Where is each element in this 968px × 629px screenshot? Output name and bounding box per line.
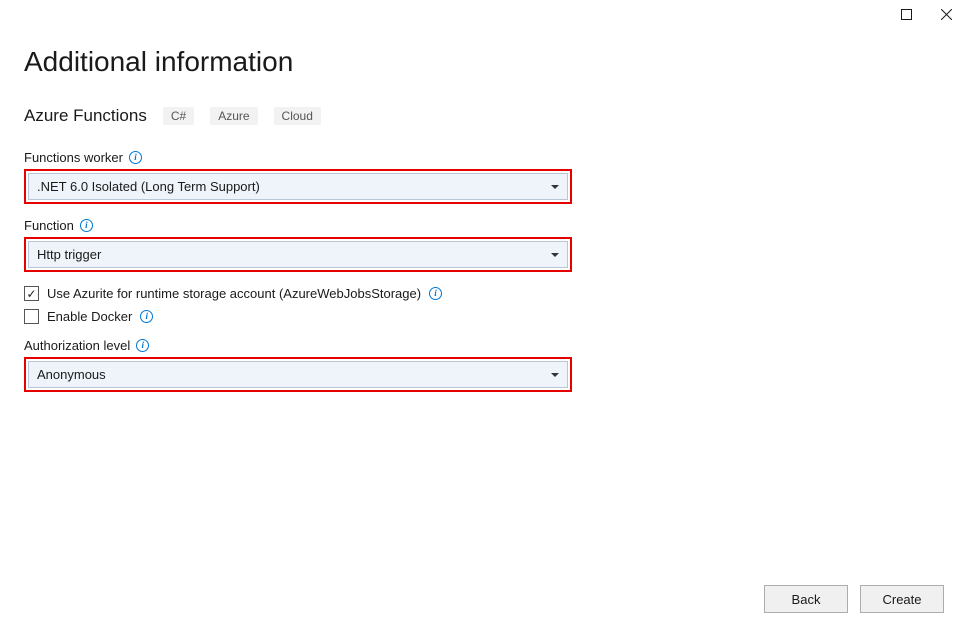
info-icon[interactable]: i bbox=[140, 310, 153, 323]
authorization-level-dropdown[interactable]: Anonymous bbox=[28, 361, 568, 388]
info-icon[interactable]: i bbox=[129, 151, 142, 164]
enable-docker-checkbox[interactable] bbox=[24, 309, 39, 324]
tag-cloud: Cloud bbox=[274, 107, 321, 125]
create-button[interactable]: Create bbox=[860, 585, 944, 613]
authorization-level-value: Anonymous bbox=[37, 367, 106, 382]
functions-worker-label-text: Functions worker bbox=[24, 150, 123, 165]
page-title: Additional information bbox=[24, 46, 944, 78]
functions-worker-label: Functions worker i bbox=[24, 150, 944, 165]
chevron-down-icon bbox=[551, 253, 559, 257]
use-azurite-row: Use Azurite for runtime storage account … bbox=[24, 286, 944, 301]
maximize-icon bbox=[901, 9, 912, 20]
template-header-row: Azure Functions C# Azure Cloud bbox=[24, 106, 944, 126]
authorization-level-label-text: Authorization level bbox=[24, 338, 130, 353]
use-azurite-label: Use Azurite for runtime storage account … bbox=[47, 286, 421, 301]
template-name: Azure Functions bbox=[24, 106, 147, 126]
enable-docker-label: Enable Docker bbox=[47, 309, 132, 324]
dialog-content: Additional information Azure Functions C… bbox=[0, 0, 968, 406]
info-icon[interactable]: i bbox=[429, 287, 442, 300]
authorization-level-label: Authorization level i bbox=[24, 338, 944, 353]
use-azurite-checkbox[interactable] bbox=[24, 286, 39, 301]
maximize-button[interactable] bbox=[898, 6, 914, 22]
back-button[interactable]: Back bbox=[764, 585, 848, 613]
function-dropdown[interactable]: Http trigger bbox=[28, 241, 568, 268]
functions-worker-highlight: .NET 6.0 Isolated (Long Term Support) bbox=[24, 169, 572, 204]
function-label-text: Function bbox=[24, 218, 74, 233]
authorization-level-highlight: Anonymous bbox=[24, 357, 572, 392]
enable-docker-row: Enable Docker i bbox=[24, 309, 944, 324]
info-icon[interactable]: i bbox=[80, 219, 93, 232]
tag-csharp: C# bbox=[163, 107, 194, 125]
functions-worker-value: .NET 6.0 Isolated (Long Term Support) bbox=[37, 179, 260, 194]
window-titlebar bbox=[884, 0, 968, 28]
functions-worker-dropdown[interactable]: .NET 6.0 Isolated (Long Term Support) bbox=[28, 173, 568, 200]
close-button[interactable] bbox=[938, 6, 954, 22]
dialog-footer: Back Create bbox=[764, 585, 944, 613]
close-icon bbox=[941, 9, 952, 20]
chevron-down-icon bbox=[551, 373, 559, 377]
function-label: Function i bbox=[24, 218, 944, 233]
info-icon[interactable]: i bbox=[136, 339, 149, 352]
tag-azure: Azure bbox=[210, 107, 257, 125]
function-highlight: Http trigger bbox=[24, 237, 572, 272]
function-value: Http trigger bbox=[37, 247, 101, 262]
chevron-down-icon bbox=[551, 185, 559, 189]
